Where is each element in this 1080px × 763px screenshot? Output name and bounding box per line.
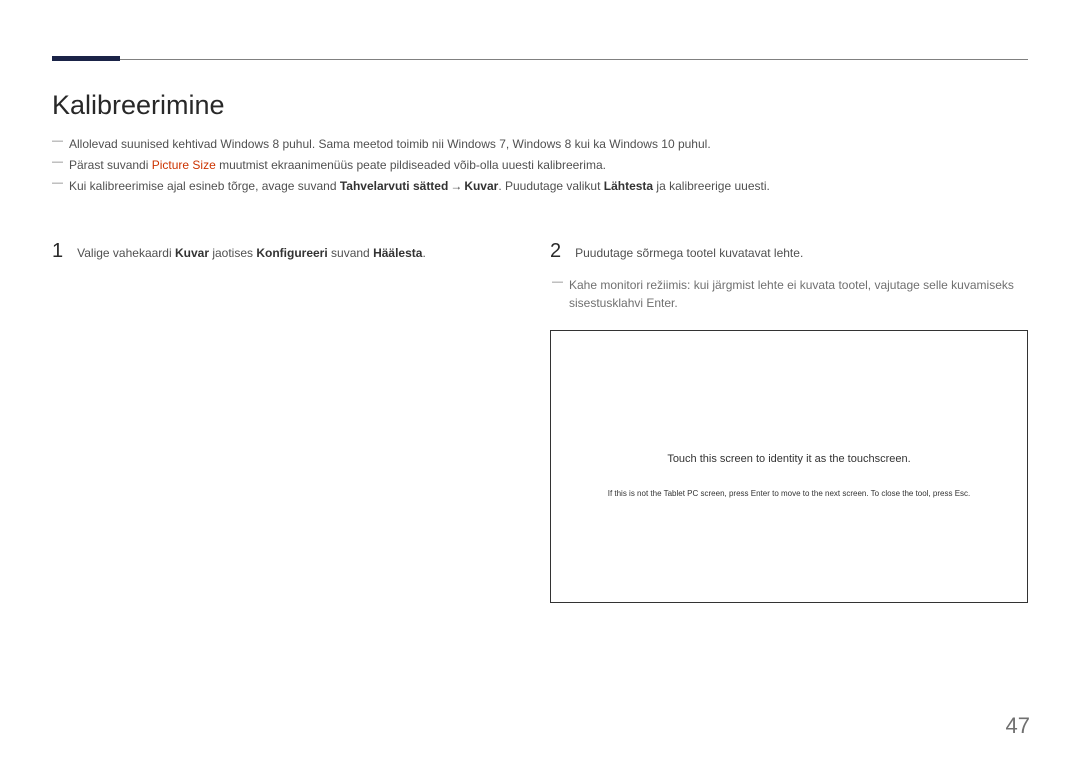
step-2: 2 Puudutage sõrmega tootel kuvatavat leh…	[550, 241, 1028, 262]
column-right: 2 Puudutage sõrmega tootel kuvatavat leh…	[550, 241, 1028, 603]
step-2-note: Kahe monitori režiimis: kui järgmist leh…	[566, 276, 1028, 312]
touchscreen-prompt-line1: Touch this screen to identity it as the …	[551, 453, 1027, 465]
page-title: Kalibreerimine	[52, 90, 1028, 121]
step-2-number: 2	[550, 241, 561, 261]
step-2-text: Puudutage sõrmega tootel kuvatavat lehte…	[575, 244, 803, 262]
step-1: 1 Valige vahekaardi Kuvar jaotises Konfi…	[52, 241, 520, 262]
intro-notes: Allolevad suunised kehtivad Windows 8 pu…	[52, 135, 1028, 197]
touchscreen-prompt-box: Touch this screen to identity it as the …	[550, 330, 1028, 603]
page-container: Kalibreerimine Allolevad suunised kehtiv…	[0, 0, 1080, 603]
page-number: 47	[1006, 713, 1030, 739]
column-left: 1 Valige vahekaardi Kuvar jaotises Konfi…	[52, 241, 520, 603]
step-1-number: 1	[52, 241, 63, 261]
intro-note-3: Kui kalibreerimise ajal esineb tõrge, av…	[66, 177, 1028, 196]
top-rule	[52, 56, 1028, 60]
intro-note-2: Pärast suvandi Picture Size muutmist ekr…	[66, 156, 1028, 175]
thick-accent-bar	[52, 56, 120, 61]
touchscreen-prompt-line2: If this is not the Tablet PC screen, pre…	[551, 489, 1027, 498]
thin-divider	[52, 59, 1028, 60]
steps-columns: 1 Valige vahekaardi Kuvar jaotises Konfi…	[52, 241, 1028, 603]
intro-note-1: Allolevad suunised kehtivad Windows 8 pu…	[66, 135, 1028, 154]
touchscreen-prompt-content: Touch this screen to identity it as the …	[551, 453, 1027, 498]
step-1-text: Valige vahekaardi Kuvar jaotises Konfigu…	[77, 244, 426, 262]
